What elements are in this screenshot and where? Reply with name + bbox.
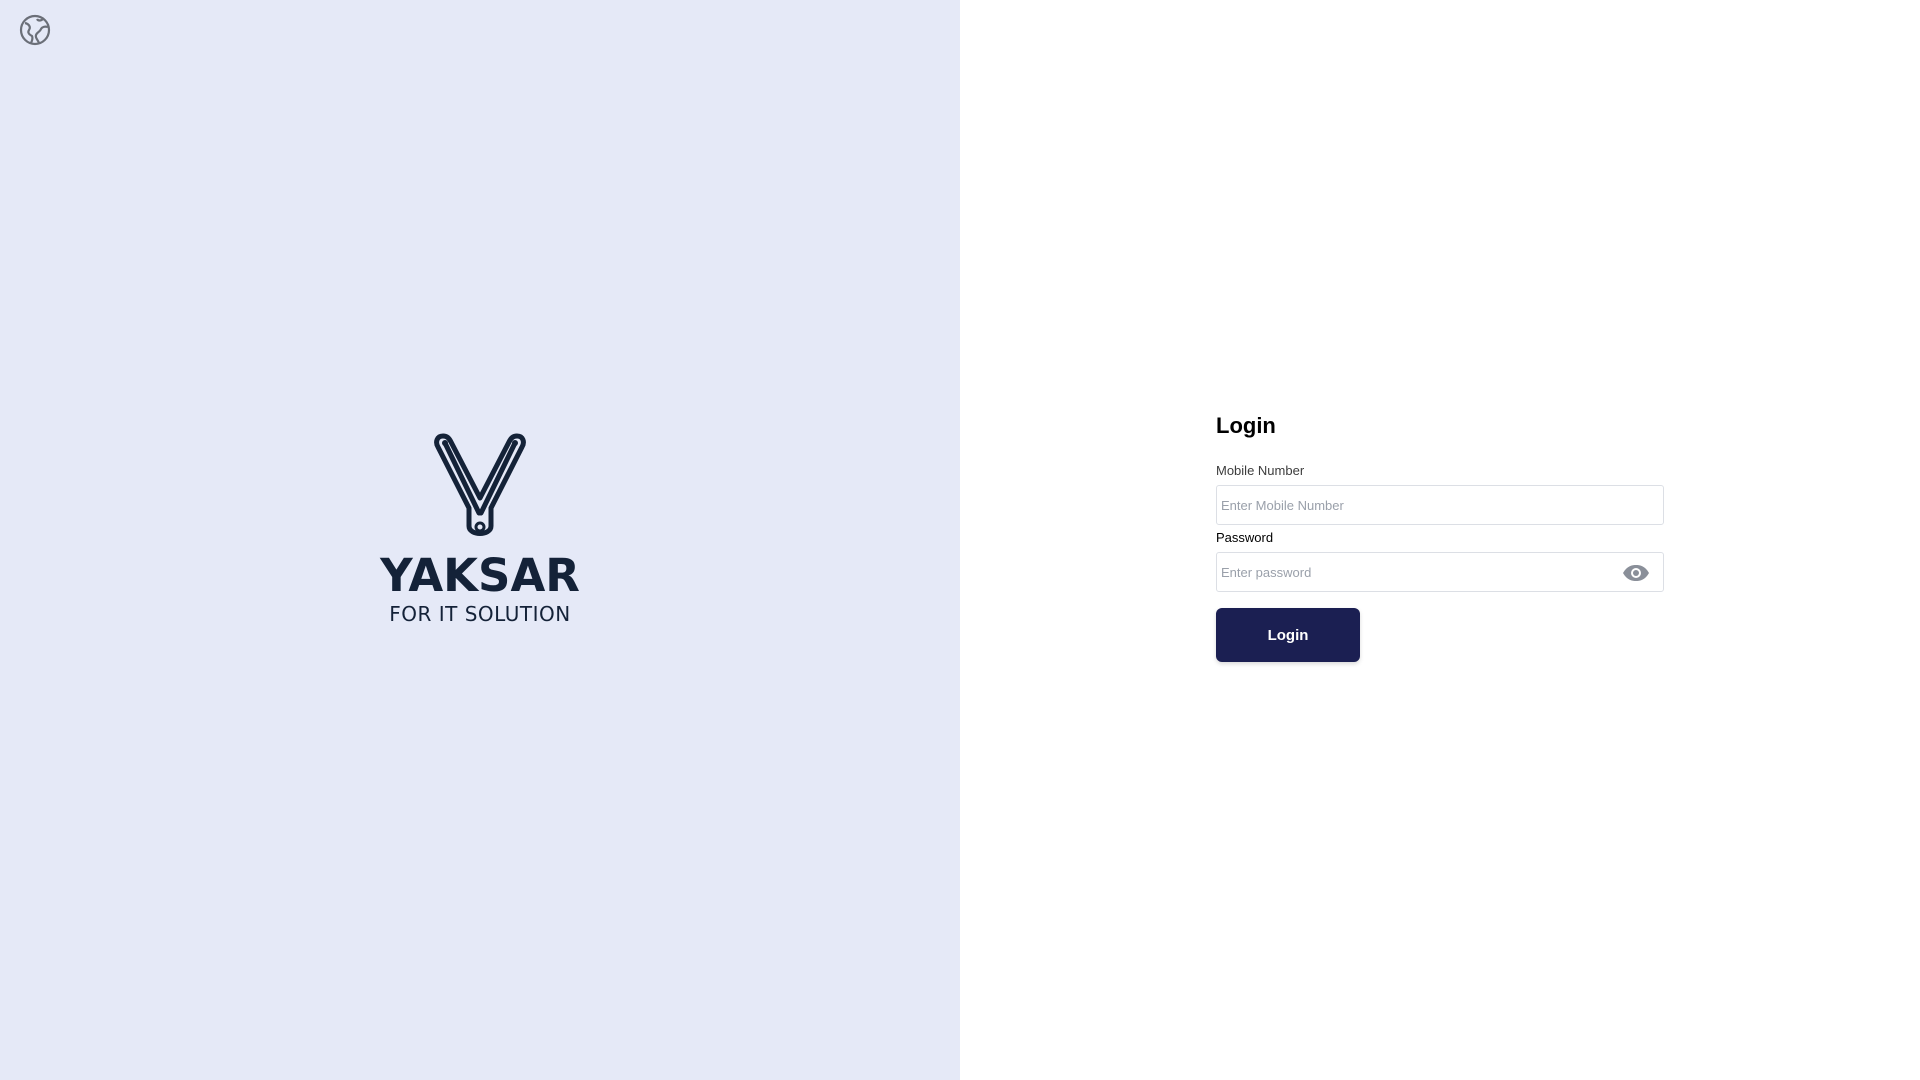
mobile-number-wrapper <box>1216 485 1664 525</box>
mobile-number-label: Mobile Number <box>1216 463 1305 478</box>
brand-panel: YAKSAR FOR IT SOLUTION <box>0 0 960 1080</box>
mobile-number-input[interactable] <box>1217 486 1663 524</box>
eye-icon <box>1623 565 1649 581</box>
language-switch-button[interactable] <box>19 14 51 46</box>
login-form: Login Mobile Number Password Login <box>1216 412 1664 662</box>
password-label: Password <box>1216 530 1274 545</box>
page-title: Login <box>1216 413 1276 438</box>
password-wrapper <box>1216 552 1664 592</box>
brand-logo: YAKSAR FOR IT SOLUTION <box>380 430 580 640</box>
brand-name: YAKSAR <box>380 549 580 602</box>
brand-tagline: FOR IT SOLUTION <box>389 602 571 626</box>
globe-icon <box>19 14 51 46</box>
show-password-toggle[interactable] <box>1621 562 1651 584</box>
form-panel: Login Mobile Number Password Login <box>960 0 1920 1080</box>
password-input[interactable] <box>1217 553 1663 591</box>
login-button[interactable]: Login <box>1216 608 1360 662</box>
yaksar-y-logo-icon <box>434 433 526 536</box>
login-page: YAKSAR FOR IT SOLUTION Login Mobile Numb… <box>0 0 1920 1080</box>
